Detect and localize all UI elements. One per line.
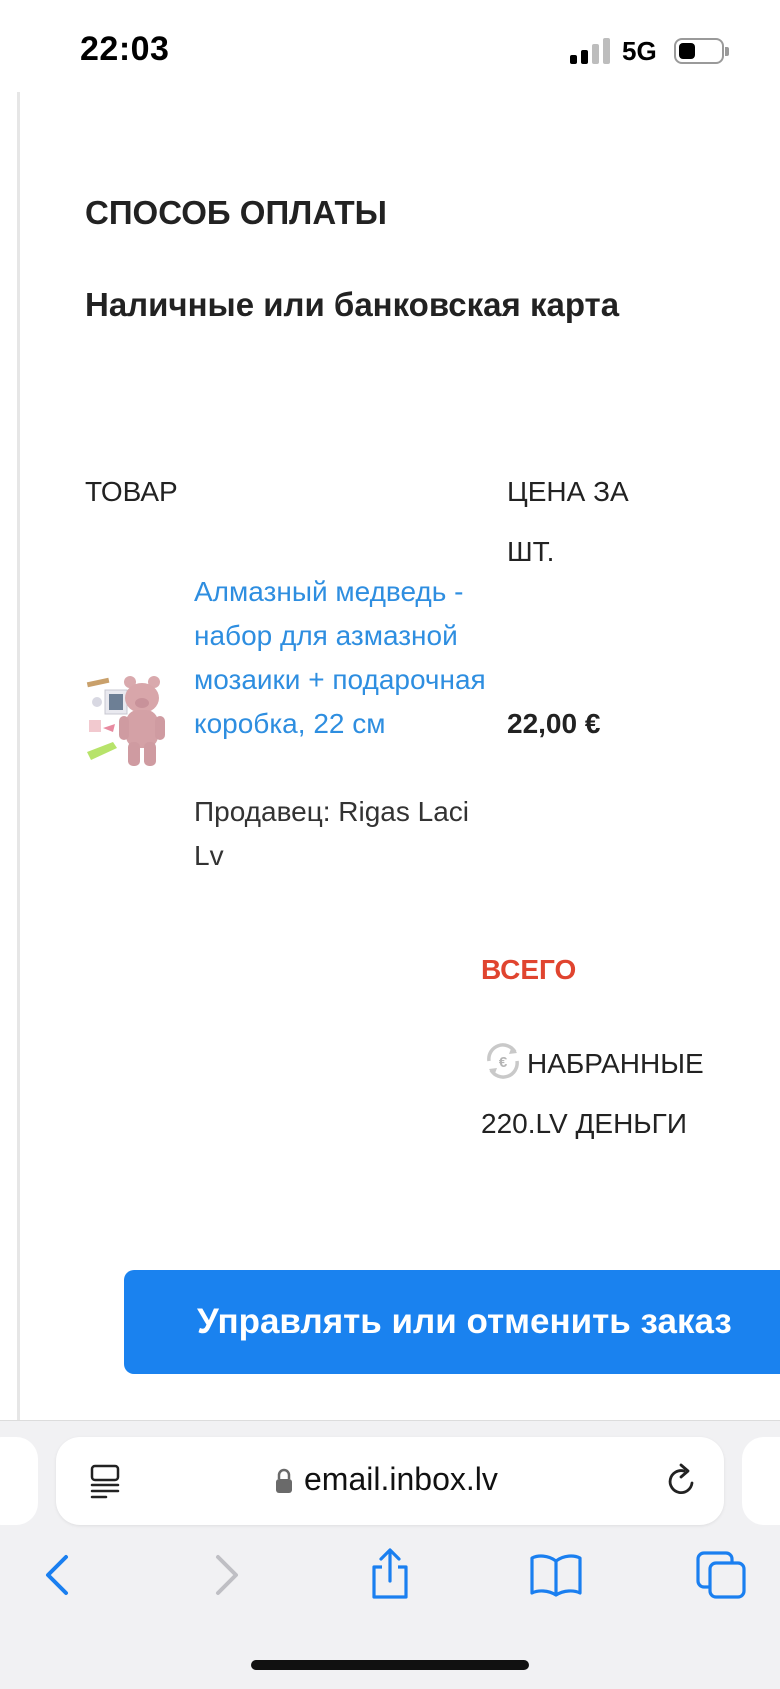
- lock-icon: [276, 1468, 292, 1493]
- forward-icon[interactable]: [196, 1545, 256, 1605]
- collected-money: € НАБРАННЫЕ 220.LV ДЕНЬГИ: [481, 1034, 761, 1154]
- battery-icon: [674, 38, 729, 64]
- product-thumbnail[interactable]: [85, 672, 171, 772]
- email-content[interactable]: СПОСОБ ОПЛАТЫ Наличные или банковская ка…: [0, 92, 780, 1420]
- next-tab-preview[interactable]: [742, 1437, 780, 1525]
- status-bar: 22:03 5G: [0, 0, 780, 92]
- bookmarks-icon[interactable]: [526, 1545, 586, 1605]
- payment-method-heading: СПОСОБ ОПЛАТЫ: [85, 194, 387, 231]
- product-seller: Продавец: Rigas Laci Lv: [194, 796, 470, 871]
- reload-icon[interactable]: [662, 1461, 702, 1501]
- reader-icon[interactable]: [88, 1463, 124, 1499]
- euro-cashback-icon: €: [487, 1043, 519, 1079]
- home-indicator[interactable]: [251, 1660, 529, 1670]
- svg-text:€: €: [499, 1054, 508, 1071]
- cellular-signal-icon: [570, 38, 612, 64]
- network-type: 5G: [622, 36, 657, 66]
- quote-border: [17, 92, 20, 1420]
- manage-or-cancel-order-button[interactable]: Управлять или отменить заказ: [124, 1270, 780, 1374]
- payment-method-value: Наличные или банковская карта: [85, 286, 620, 323]
- back-icon[interactable]: [28, 1545, 88, 1605]
- product-price: 22,00 €: [507, 708, 601, 739]
- address-bar[interactable]: email.inbox.lv: [56, 1437, 724, 1525]
- total-label: ВСЕГО: [481, 954, 577, 985]
- browser-toolbar: email.inbox.lv: [0, 1420, 780, 1689]
- column-header-product: ТОВАР: [85, 476, 178, 507]
- tabs-icon[interactable]: [692, 1545, 752, 1605]
- column-header-unit-price: ЦЕНА ЗА ШТ.: [507, 476, 629, 567]
- share-icon[interactable]: [360, 1545, 420, 1605]
- url-text[interactable]: email.inbox.lv: [304, 1461, 498, 1498]
- previous-tab-preview[interactable]: [0, 1437, 38, 1525]
- product-link[interactable]: Алмазный медведь - набор для азмазной мо…: [194, 570, 494, 746]
- status-time: 22:03: [80, 30, 170, 68]
